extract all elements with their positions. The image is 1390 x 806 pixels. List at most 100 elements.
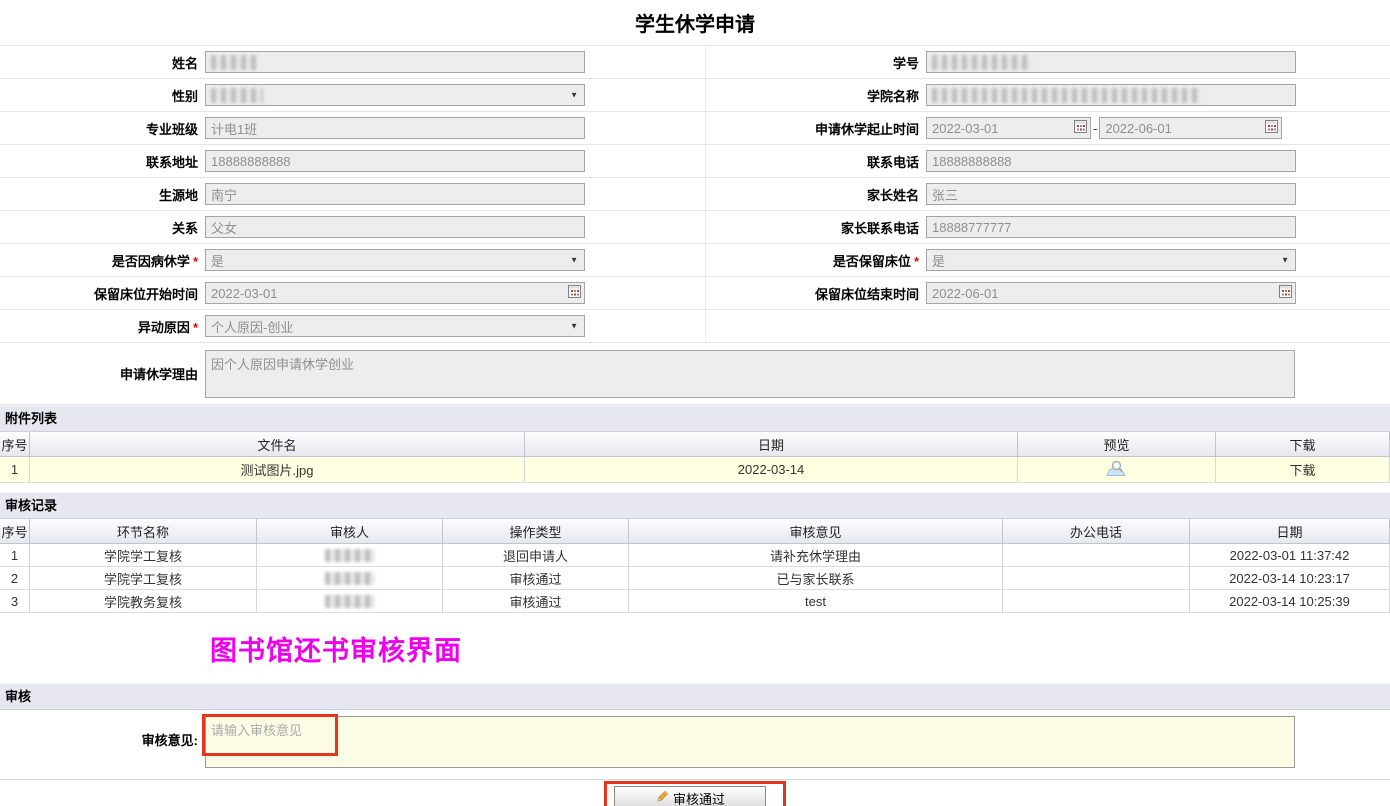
form-row: 异动原因* 个人原因-创业▼ (0, 310, 1390, 343)
bed-start-date[interactable]: 2022-03-01 (205, 282, 585, 304)
form-row: 性别 ▼ 学院名称 (0, 79, 1390, 112)
sick-leave-select[interactable]: 是▼ (205, 249, 585, 271)
relation-input[interactable]: 父女 (205, 216, 585, 238)
redacted-value (325, 572, 375, 585)
audit-opinion-textarea[interactable] (205, 716, 1295, 768)
download-link[interactable]: 下载 (1216, 457, 1390, 483)
page-header: 学生休学申请 (0, 0, 1390, 46)
spacer (0, 483, 1390, 492)
redacted-value (211, 88, 263, 103)
change-reason-label: 异动原因* (0, 317, 205, 336)
parent-name-input[interactable]: 张三 (926, 183, 1296, 205)
college-label: 学院名称 (706, 86, 926, 105)
required-asterisk: * (914, 254, 919, 269)
review-reviewer (257, 567, 443, 590)
review-no: 1 (0, 544, 30, 567)
leave-start-date[interactable]: 2022-03-01 (926, 117, 1091, 139)
preview-icon[interactable] (1106, 460, 1128, 480)
student-id-input[interactable] (926, 51, 1296, 73)
required-asterisk: * (193, 320, 198, 335)
column-header: 办公电话 (1003, 519, 1190, 544)
form-row: 关系 父女 家长联系电话 18888777777 (0, 211, 1390, 244)
form-row: 生源地 南宁 家长姓名 张三 (0, 178, 1390, 211)
column-header: 日期 (525, 432, 1018, 457)
leave-reason-label: 申请休学理由 (0, 364, 205, 383)
sick-leave-label: 是否因病休学* (0, 251, 205, 270)
chevron-down-icon: ▼ (1281, 256, 1289, 265)
parent-phone-label: 家长联系电话 (706, 218, 926, 237)
review-date: 2022-03-01 11:37:42 (1190, 544, 1390, 567)
leave-end-date[interactable]: 2022-06-01 (1099, 117, 1282, 139)
review-action: 退回申请人 (443, 544, 629, 567)
origin-input[interactable]: 南宁 (205, 183, 585, 205)
review-no: 3 (0, 590, 30, 613)
annotation-block: 图书馆还书审核界面 (0, 613, 1390, 683)
calendar-icon[interactable] (1279, 285, 1292, 301)
highlight-box: 审核通过 (604, 781, 786, 806)
column-header: 日期 (1190, 519, 1390, 544)
review-row: 1 学院学工复核 退回申请人 请补充休学理由 2022-03-01 11:37:… (0, 544, 1390, 567)
review-header-row: 序号 环节名称 审核人 操作类型 审核意见 办公电话 日期 (0, 519, 1390, 544)
gender-label: 性别 (0, 86, 205, 105)
calendar-icon[interactable] (1074, 120, 1087, 136)
calendar-icon[interactable] (568, 285, 581, 301)
redacted-value (325, 549, 375, 562)
button-area: 审核通过 (0, 780, 1390, 806)
leave-reason-textarea[interactable]: 因个人原因申请休学创业 (205, 350, 1295, 398)
college-input[interactable] (926, 84, 1296, 106)
form-row: 保留床位开始时间 2022-03-01 保留床位结束时间 2022-06-01 (0, 277, 1390, 310)
approve-button-label: 审核通过 (673, 789, 725, 806)
column-header: 序号 (0, 519, 30, 544)
keep-bed-select[interactable]: 是▼ (926, 249, 1296, 271)
class-label: 专业班级 (0, 119, 205, 138)
contact-address-input[interactable]: 18888888888 (205, 150, 585, 172)
application-form: 姓名 学号 性别 ▼ 学院名称 专业班级 计电1班 申请休学起止时间 2022-… (0, 46, 1390, 405)
leave-period-label: 申请休学起止时间 (706, 119, 926, 138)
review-opinion: 请补充休学理由 (629, 544, 1003, 567)
review-step: 学院教务复核 (30, 590, 257, 613)
date-range-separator: - (1093, 121, 1097, 136)
review-date: 2022-03-14 10:25:39 (1190, 590, 1390, 613)
audit-section-title: 审核 (0, 683, 1390, 710)
review-phone (1003, 590, 1190, 613)
review-reviewer (257, 544, 443, 567)
column-header: 序号 (0, 432, 30, 457)
form-row: 专业班级 计电1班 申请休学起止时间 2022-03-01 - 2022-06-… (0, 112, 1390, 145)
column-header: 预览 (1018, 432, 1216, 457)
review-step: 学院学工复核 (30, 567, 257, 590)
bed-end-date[interactable]: 2022-06-01 (926, 282, 1296, 304)
audit-opinion-row: 审核意见: (0, 710, 1390, 779)
review-row: 3 学院教务复核 审核通过 test 2022-03-14 10:25:39 (0, 590, 1390, 613)
attachment-no: 1 (0, 457, 30, 483)
pencil-icon (655, 790, 669, 806)
attachments-table: 序号 文件名 日期 预览 下载 1 测试图片.jpg 2022-03-14 下载 (0, 432, 1390, 483)
audit-opinion-label: 审核意见: (0, 716, 205, 749)
contact-phone-input[interactable]: 18888888888 (926, 150, 1296, 172)
approve-button[interactable]: 审核通过 (614, 786, 766, 806)
form-row: 申请休学理由 因个人原因申请休学创业 (0, 343, 1390, 405)
redacted-value (325, 595, 375, 608)
review-step: 学院学工复核 (30, 544, 257, 567)
parent-phone-input[interactable]: 18888777777 (926, 216, 1296, 238)
name-input[interactable] (205, 51, 585, 73)
attachment-preview-cell (1018, 457, 1216, 483)
review-reviewer (257, 590, 443, 613)
origin-label: 生源地 (0, 185, 205, 204)
review-opinion: 已与家长联系 (629, 567, 1003, 590)
student-id-label: 学号 (706, 53, 926, 72)
calendar-icon[interactable] (1265, 120, 1278, 136)
bed-start-label: 保留床位开始时间 (0, 284, 205, 303)
column-header: 操作类型 (443, 519, 629, 544)
contact-address-label: 联系地址 (0, 152, 205, 171)
gender-select[interactable]: ▼ (205, 84, 585, 106)
review-phone (1003, 567, 1190, 590)
redacted-value (932, 55, 1032, 70)
change-reason-select[interactable]: 个人原因-创业▼ (205, 315, 585, 337)
form-row: 姓名 学号 (0, 46, 1390, 79)
attachment-date: 2022-03-14 (525, 457, 1018, 483)
class-input[interactable]: 计电1班 (205, 117, 585, 139)
keep-bed-label: 是否保留床位* (706, 251, 926, 270)
chevron-down-icon: ▼ (570, 322, 578, 331)
relation-label: 关系 (0, 218, 205, 237)
page-title: 学生休学申请 (635, 8, 755, 37)
